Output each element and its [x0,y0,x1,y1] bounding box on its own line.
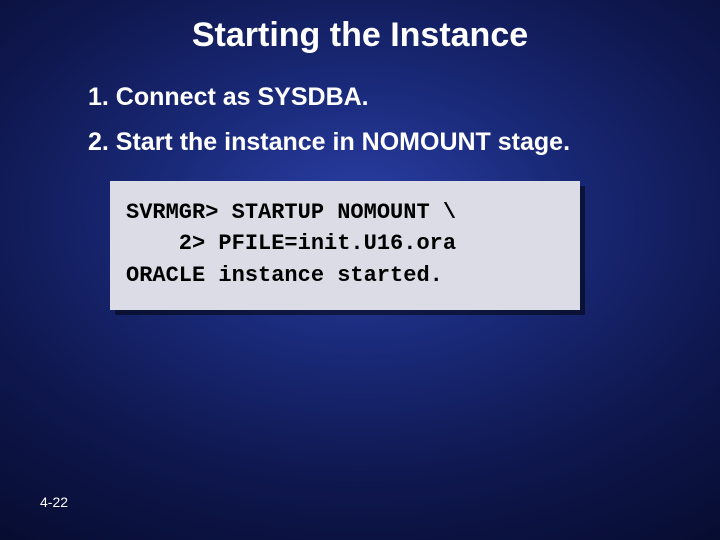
slide-body: 1. Connect as SYSDBA. 2. Start the insta… [88,82,640,310]
page-number: 4-22 [40,494,68,510]
code-block: SVRMGR> STARTUP NOMOUNT \ 2> PFILE=init.… [110,181,580,311]
slide-title: Starting the Instance [0,16,720,55]
list-item: 2. Start the instance in NOMOUNT stage. [88,127,640,158]
slide: Starting the Instance 1. Connect as SYSD… [0,0,720,540]
list-item: 1. Connect as SYSDBA. [88,82,640,113]
